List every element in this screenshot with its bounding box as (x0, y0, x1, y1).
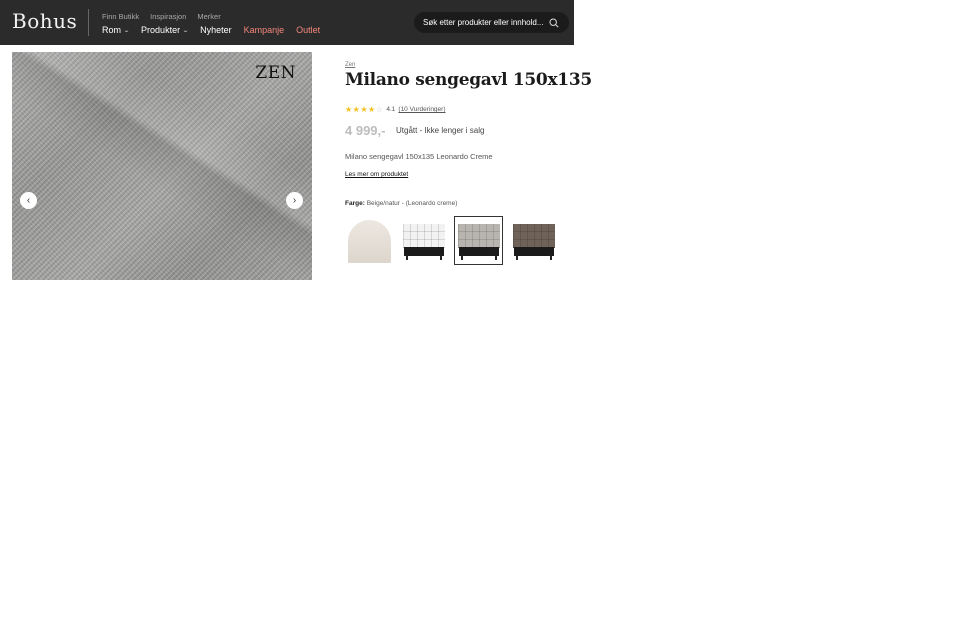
swatch-arched-headboard-beige[interactable] (344, 216, 393, 265)
header-divider (88, 9, 89, 36)
nav-item-produkter[interactable]: Produkter ⌄ (141, 25, 190, 35)
bed-leg (440, 255, 442, 260)
product-description: Milano sengegavl 150x135 Leonardo Creme (345, 152, 493, 161)
product-title: Milano sengegavl 150x135 (345, 70, 592, 90)
nav-item-label: Nyheter (200, 25, 232, 35)
bed-leg (406, 255, 408, 260)
nav-item-outlet[interactable]: Outlet (296, 25, 320, 35)
color-selection-label: Farge: Beige/natur - (Leonardo creme) (345, 200, 457, 207)
bed-leg (461, 255, 463, 260)
top-link-finn-butikk[interactable]: Finn Butikk (102, 12, 139, 21)
bed-base (459, 247, 499, 256)
nav-item-label: Rom (102, 25, 122, 35)
bed-leg (495, 255, 497, 260)
product-rating: ★★★★☆ 4.1 (10 Vurderinger) (345, 105, 446, 114)
read-more-link[interactable]: Les mer om produktet (345, 171, 408, 178)
headboard-thumbnail (348, 220, 391, 263)
nav-item-label: Produkter (141, 25, 181, 35)
star-filled-icon: ★ (360, 105, 369, 114)
nav-item-kampanje[interactable]: Kampanje (244, 25, 285, 35)
availability-status: Utgått - Ikke lenger i salg (396, 126, 485, 135)
gallery-prev-button[interactable]: ‹ (20, 192, 37, 209)
nav-item-rom[interactable]: Rom ⌄ (102, 25, 131, 35)
swatch-headboard-grey[interactable] (454, 216, 503, 265)
search-box[interactable] (414, 12, 569, 33)
color-value: Beige/natur - (Leonardo creme) (366, 200, 458, 207)
star-empty-icon: ☆ (375, 105, 384, 114)
rating-score: 4.1 (386, 106, 396, 113)
product-image-gallery: ZEN ‹ › (12, 52, 312, 280)
nav-item-label: Outlet (296, 25, 321, 35)
search-icon[interactable] (549, 17, 559, 28)
headboard-thumbnail (458, 224, 500, 248)
color-swatches (344, 216, 558, 265)
chevron-right-icon: › (292, 195, 297, 206)
nav-item-nyheter[interactable]: Nyheter (200, 25, 232, 35)
bed-base (514, 247, 554, 256)
reviews-link[interactable]: (10 Vurderinger) (398, 106, 445, 113)
main-nav: Rom ⌄ Produkter ⌄ Nyheter Kampanje Outle… (102, 25, 320, 35)
top-links: Finn Butikk Inspirasjon Merker (102, 12, 221, 21)
nav-item-label: Kampanje (243, 25, 285, 35)
bed-leg (550, 255, 552, 260)
site-header: Bohus Finn Butikk Inspirasjon Merker Rom… (0, 0, 574, 45)
top-link-merker[interactable]: Merker (197, 12, 220, 21)
product-price: 4 999,- (345, 123, 386, 138)
star-filled-icon: ★ (345, 105, 353, 114)
zen-watermark-logo: ZEN (255, 63, 296, 83)
top-link-inspirasjon[interactable]: Inspirasjon (150, 12, 186, 21)
gallery-next-button[interactable]: › (286, 192, 303, 209)
search-input[interactable] (423, 18, 548, 27)
headboard-thumbnail (403, 224, 445, 248)
color-label: Farge: (345, 200, 365, 207)
headboard-thumbnail (513, 224, 555, 248)
bed-base (404, 247, 444, 256)
bed-leg (516, 255, 518, 260)
chevron-down-icon: ⌄ (182, 27, 190, 34)
swatch-headboard-brown[interactable] (509, 216, 558, 265)
star-rating: ★★★★☆ (345, 105, 383, 114)
chevron-left-icon: ‹ (26, 195, 31, 206)
brand-link[interactable]: Zen (345, 62, 355, 68)
star-filled-icon: ★ (368, 105, 376, 114)
bohus-logo[interactable]: Bohus (12, 9, 77, 33)
chevron-down-icon: ⌄ (123, 27, 131, 34)
swatch-headboard-white[interactable] (399, 216, 448, 265)
